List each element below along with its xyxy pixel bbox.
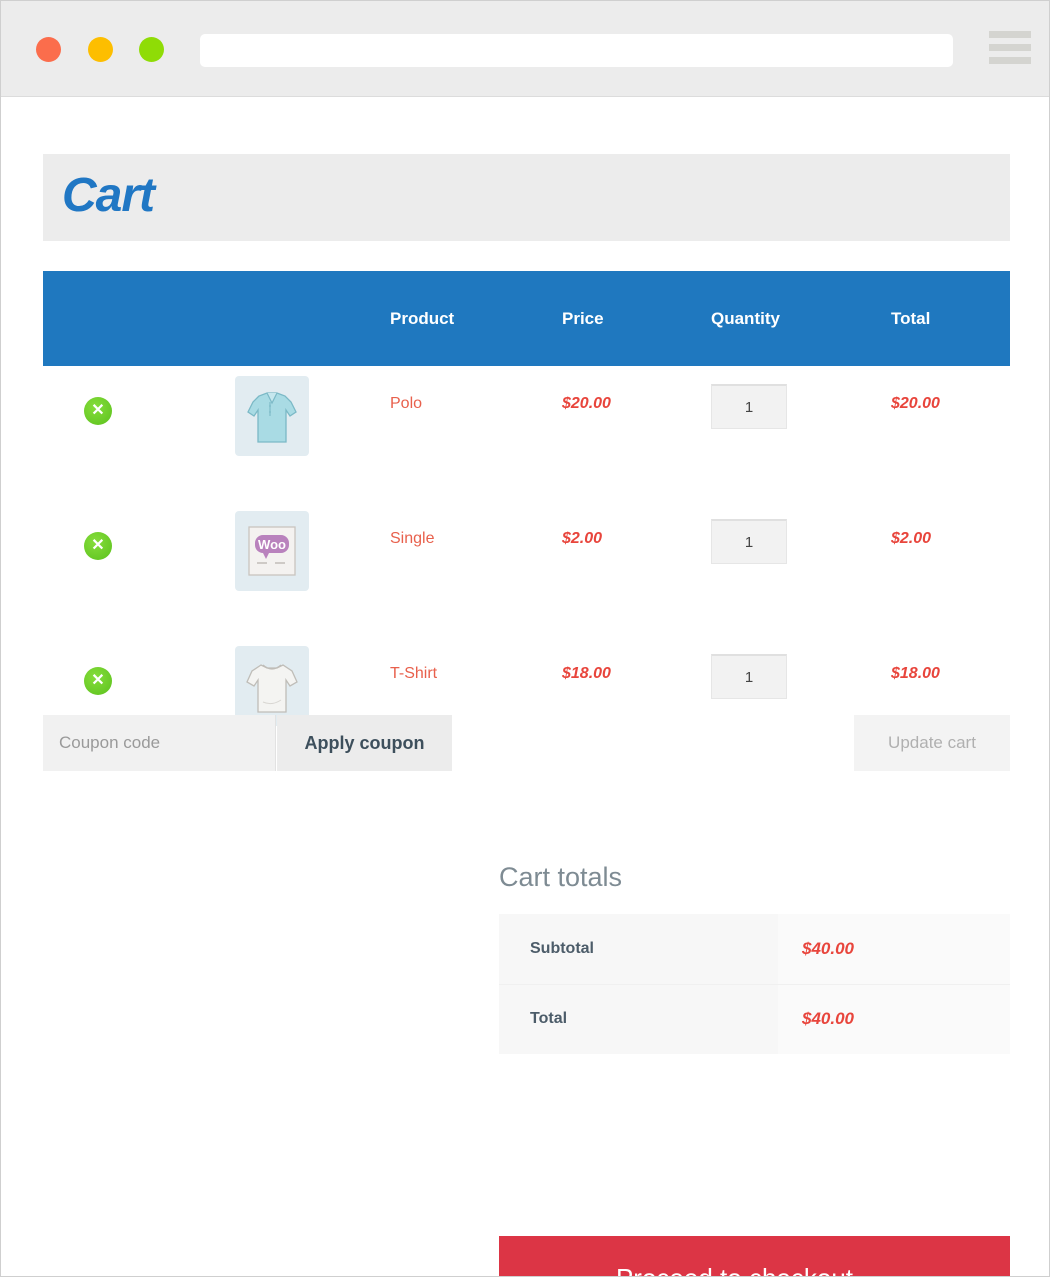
product-name-link[interactable]: T-Shirt <box>390 665 437 683</box>
close-window-button[interactable] <box>36 37 61 62</box>
product-line-total: $20.00 <box>891 395 940 412</box>
polo-shirt-thumbnail[interactable] <box>235 376 309 456</box>
product-name-link[interactable]: Polo <box>390 395 422 413</box>
subtotal-value: $40.00 <box>778 914 1010 984</box>
proceed-to-checkout-button[interactable]: Proceed to checkout → <box>499 1236 1010 1276</box>
product-price: $2.00 <box>562 530 603 547</box>
table-row: Subtotal $40.00 <box>499 914 1010 984</box>
quantity-input[interactable] <box>711 519 787 564</box>
product-price: $18.00 <box>562 665 611 682</box>
product-line-total: $2.00 <box>891 530 932 547</box>
total-value: $40.00 <box>778 983 1010 1054</box>
column-header-quantity: Quantity <box>711 309 780 328</box>
svg-text:Woo: Woo <box>258 537 286 552</box>
hamburger-bar <box>989 44 1031 51</box>
coupon-bar: Apply coupon Update cart <box>43 715 1010 771</box>
column-header-price: Price <box>562 309 604 328</box>
maximize-window-button[interactable] <box>139 37 164 62</box>
woo-single-album-thumbnail[interactable]: Woo <box>235 511 309 591</box>
remove-item-icon[interactable]: ✕ <box>84 532 112 560</box>
product-name-link[interactable]: Single <box>390 530 434 548</box>
cart-totals-panel: Cart totals Subtotal $40.00 Total $40.00 <box>499 862 1010 1054</box>
t-shirt-thumbnail[interactable] <box>235 646 309 726</box>
quantity-input[interactable] <box>711 384 787 429</box>
arrow-right-icon: → <box>867 1263 893 1276</box>
product-line-total: $18.00 <box>891 665 940 682</box>
hamburger-bar <box>989 31 1031 38</box>
cart-items-table: Product Price Quantity Total ✕ Polo $20.… <box>43 271 1010 771</box>
apply-coupon-button[interactable]: Apply coupon <box>277 715 452 771</box>
hamburger-menu-icon[interactable] <box>989 31 1031 69</box>
checkout-label: Proceed to checkout <box>616 1263 853 1276</box>
minimize-window-button[interactable] <box>88 37 113 62</box>
page-title: Cart <box>62 169 155 222</box>
table-row: Total $40.00 <box>499 983 1010 1054</box>
url-input[interactable] <box>200 34 953 67</box>
cart-page-banner: Cart <box>43 154 1010 241</box>
update-cart-button[interactable]: Update cart <box>854 715 1010 771</box>
remove-item-icon[interactable]: ✕ <box>84 667 112 695</box>
table-row: ✕ Woo Single $2.00 $2.00 <box>43 501 1010 636</box>
browser-window: Cart Product Price Quantity Total ✕ Polo… <box>0 0 1050 1277</box>
total-label: Total <box>499 983 778 1054</box>
cart-totals-table: Subtotal $40.00 Total $40.00 <box>499 914 1010 1054</box>
column-header-product: Product <box>390 309 455 328</box>
coupon-code-input[interactable] <box>43 715 276 771</box>
column-header-total: Total <box>891 309 931 328</box>
subtotal-label: Subtotal <box>499 914 778 984</box>
remove-item-icon[interactable]: ✕ <box>84 397 112 425</box>
cart-table-header: Product Price Quantity Total <box>43 271 1010 366</box>
table-row: ✕ Polo $20.00 $20.00 <box>43 366 1010 501</box>
cart-totals-title: Cart totals <box>499 862 623 892</box>
hamburger-bar <box>989 57 1031 64</box>
quantity-input[interactable] <box>711 654 787 699</box>
browser-chrome <box>1 1 1049 97</box>
product-price: $20.00 <box>562 395 611 412</box>
